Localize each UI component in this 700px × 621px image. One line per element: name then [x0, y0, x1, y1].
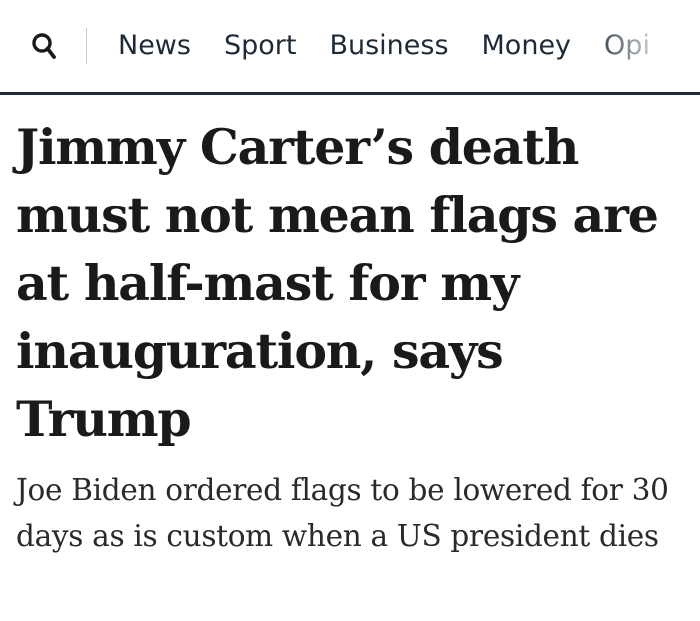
article-headline: Jimmy Carter’s death must not mean flags… [16, 118, 659, 448]
nav-item-sport[interactable]: Sport [224, 28, 296, 64]
nav-divider [86, 28, 87, 64]
nav-item-news[interactable]: News [118, 28, 191, 64]
article-standfirst: Joe Biden ordered flags to be lowered fo… [16, 473, 669, 553]
top-navigation-bar: News Sport Business Money Opi [0, 0, 700, 95]
section-nav: News Sport Business Money Opi [118, 28, 650, 64]
search-button[interactable] [30, 31, 60, 61]
search-icon [32, 33, 56, 59]
nav-item-opinion[interactable]: Opi [604, 28, 650, 64]
nav-item-money[interactable]: Money [482, 28, 572, 64]
nav-item-business[interactable]: Business [329, 28, 448, 64]
